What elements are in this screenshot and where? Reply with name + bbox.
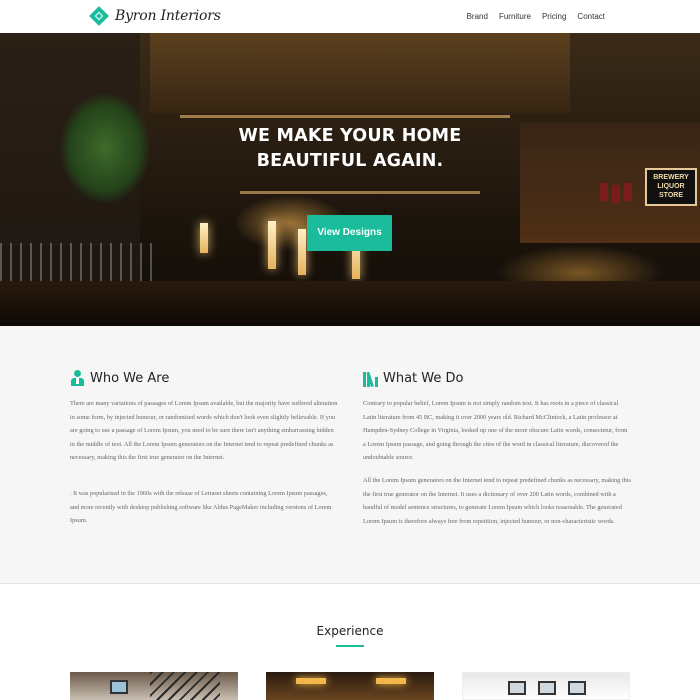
what-we-do-paragraph-2: All the Lorem Ipsum generators on the In… [363, 477, 631, 525]
hero-image-counter [0, 281, 700, 326]
what-we-do-paragraph-1: Contrary to popular belief, Lorem Ipsum … [363, 400, 628, 461]
experience-thumbnail-2[interactable] [266, 672, 434, 700]
nav-link-pricing[interactable]: Pricing [542, 12, 566, 21]
nav-link-furniture[interactable]: Furniture [499, 12, 531, 21]
hero-title-line-1: WE MAKE YOUR HOME [238, 126, 462, 146]
diamond-logo-icon [89, 6, 109, 26]
hero-title-line-2: BEAUTIFUL AGAIN. [256, 151, 444, 171]
who-we-are-paragraph-1: There are many variations of passages of… [70, 400, 338, 461]
hero-image-railing [0, 243, 160, 283]
what-we-do-heading: What We Do [363, 368, 463, 388]
brand-logo-link[interactable]: Byron Interiors [89, 6, 221, 26]
hero-banner: BREWERY LIQUOR STORE WE MAKE YOUR HOME B… [0, 33, 700, 326]
nav-link-contact[interactable]: Contact [577, 12, 605, 21]
who-we-are-paragraph-2: . It was popularised in the 1960s with t… [70, 490, 332, 524]
hero-image-ceiling [150, 33, 570, 113]
experience-underline [336, 645, 364, 647]
experience-title: Experience [316, 624, 384, 638]
who-we-are-title: Who We Are [90, 370, 170, 386]
top-navbar: Byron Interiors Brand Furniture Pricing … [0, 0, 700, 33]
books-icon [363, 370, 378, 387]
experience-thumbnail-3[interactable] [462, 672, 630, 700]
brand-name: Byron Interiors [115, 8, 221, 24]
nav-link-brand[interactable]: Brand [467, 12, 488, 21]
who-we-are-heading: Who We Are [70, 368, 169, 388]
nav-links: Brand Furniture Pricing Contact [456, 0, 605, 33]
person-icon [70, 369, 85, 387]
about-section: Who We Are There are many variations of … [0, 326, 700, 584]
what-we-do-title: What We Do [383, 370, 464, 386]
experience-thumbnail-1[interactable] [70, 672, 238, 700]
view-designs-button[interactable]: View Designs [307, 215, 392, 251]
